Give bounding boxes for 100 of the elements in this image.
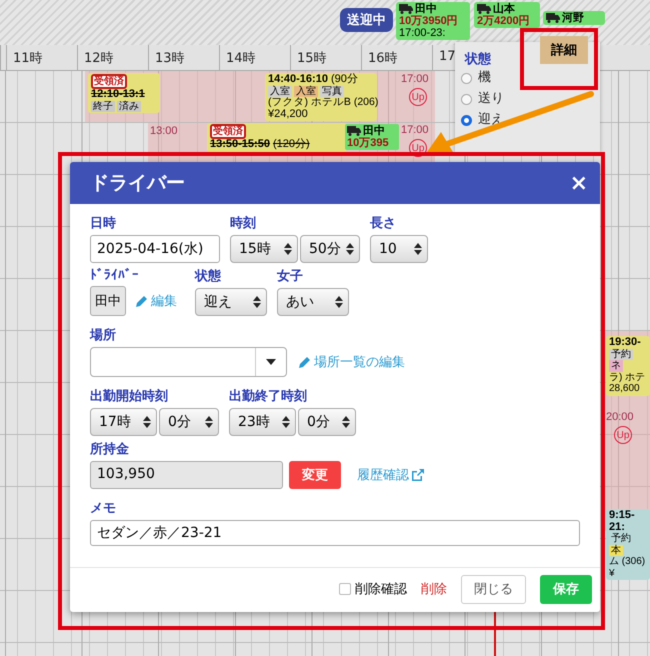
booking-time: 9:15-21: — [609, 509, 635, 532]
truck-icon — [399, 4, 413, 14]
detail-button[interactable]: 詳細 — [540, 36, 588, 64]
hour-label: 11時 — [6, 45, 77, 70]
hour-select[interactable]: 17時 — [90, 408, 157, 436]
updown-icon — [253, 296, 261, 308]
booking-duration: (90分 — [331, 73, 358, 85]
minute-select[interactable]: 0分 — [159, 408, 219, 436]
driver-card[interactable]: 河野 — [543, 11, 605, 25]
truck-icon — [546, 13, 560, 23]
updown-icon — [346, 243, 354, 255]
close-button[interactable]: 閉じる — [461, 574, 526, 604]
dialog-title: ドライバー — [90, 171, 185, 196]
driver-card[interactable]: 田中 10万3950円 17:00-23: — [396, 2, 470, 40]
hour-select[interactable]: 23時 — [229, 408, 296, 436]
status-badge: 送迎中 — [340, 8, 393, 32]
minute-select[interactable]: 50分 — [300, 235, 360, 263]
time-label: 17:00 — [401, 73, 429, 85]
hour-label: 13時 — [148, 45, 219, 70]
hour-label: 16時 — [361, 45, 432, 70]
booking-tag: 写真 — [320, 86, 344, 97]
hour-label: 12時 — [77, 45, 148, 70]
driver-name: 山本 — [493, 3, 515, 15]
driver-name-field: 田中 — [90, 286, 126, 316]
booking-time: 19:30- — [609, 336, 641, 348]
booking-card[interactable]: 19:30- 予約 ネ ラ) ホテ 28,600 — [606, 336, 650, 396]
received-badge: 受領済 — [91, 74, 127, 89]
updown-icon — [335, 296, 343, 308]
up-icon: Up — [614, 426, 632, 444]
field-label: 日時 — [90, 215, 117, 232]
booking-tag: 本 — [609, 544, 623, 556]
updown-icon — [205, 416, 213, 428]
driver-card[interactable]: 山本 2万4200円 — [474, 2, 540, 28]
field-label: 状態 — [195, 268, 222, 285]
booking-card[interactable]: 受領済 12:10-13:1 終子 済み — [88, 73, 160, 113]
up-icon: Up — [409, 139, 427, 157]
radio-button[interactable] — [461, 72, 472, 84]
booking-price: ¥24,200 — [268, 108, 309, 120]
field-label: ﾄﾞﾗｲﾊﾞｰ — [90, 268, 140, 283]
driver-amount: 10万395 — [347, 137, 390, 149]
up-icon: Up — [409, 88, 427, 106]
minute-select[interactable]: 0分 — [298, 408, 356, 436]
pencil-icon — [136, 295, 148, 307]
booking-tag: 済み — [117, 100, 141, 112]
caret-icon — [266, 359, 276, 365]
place-combobox[interactable] — [90, 347, 287, 377]
delete-button[interactable]: 削除 — [421, 580, 447, 598]
booking-duration: (120分) — [273, 138, 310, 150]
booking-time: 14:40-16:10 — [268, 73, 328, 85]
field-label: 所持金 — [90, 441, 130, 458]
booking-tag: ネ — [609, 360, 623, 372]
external-link-icon — [412, 469, 424, 481]
received-badge: 受領済 — [210, 124, 246, 139]
field-label: メモ — [90, 500, 117, 517]
pencil-icon — [299, 356, 311, 368]
booking-tag: 予約 — [609, 348, 633, 360]
status-select[interactable]: 迎え — [195, 288, 267, 316]
length-select[interactable]: 10 — [370, 235, 428, 263]
booking-tag: 終子 — [91, 100, 115, 112]
option-label: 機 — [478, 70, 491, 86]
truck-icon — [477, 4, 491, 14]
booking-card[interactable]: 9:15-21: 予約 本 ム (306) ¥ — [606, 509, 650, 580]
driver-amount: 10万3950円 — [399, 15, 459, 27]
field-label: 時刻 — [230, 214, 257, 232]
status-option[interactable]: 機 — [461, 70, 504, 86]
truck-icon — [347, 126, 361, 136]
booking-tag: 入室 — [268, 86, 292, 97]
close-button[interactable]: × — [570, 170, 588, 196]
delete-confirm-checkbox[interactable]: 削除確認 — [339, 580, 407, 598]
date-field[interactable]: 2025-04-16(水) — [90, 235, 220, 263]
cash-field[interactable]: 103,950 — [90, 461, 283, 489]
radio-button[interactable] — [461, 114, 472, 126]
booking-tag: 予約 — [609, 533, 633, 544]
radio-button[interactable] — [461, 94, 472, 104]
booking-time: 13:50-15:50 — [210, 138, 270, 150]
booking-text: ラ) ホテ — [609, 372, 646, 383]
driver-card[interactable]: 田中 10万395 — [345, 124, 399, 150]
booking-text: ム (306) ¥ — [609, 556, 646, 579]
updown-icon — [414, 243, 422, 255]
status-option[interactable]: 送り — [461, 91, 504, 107]
hour-label: 15時 — [290, 45, 361, 70]
booking-card[interactable]: 14:40-16:10 (90分 入室 入室 写真 (フクタ) ホテルB (206) ¥24,200 — [265, 73, 377, 121]
hour-select[interactable]: 15時 — [230, 235, 298, 263]
driver-time: 17:00-23: — [399, 27, 446, 39]
field-label: 長さ — [370, 215, 397, 232]
updown-icon — [284, 243, 292, 255]
booking-price: 28,600 — [609, 383, 641, 394]
driver-name: 田中 — [363, 125, 385, 137]
option-label: 送り — [478, 91, 504, 107]
updown-icon — [282, 416, 290, 428]
time-label: 20:00 — [606, 411, 634, 423]
menu-title: 状態 — [465, 50, 491, 68]
memo-field[interactable]: セダン／赤／23-21 — [90, 520, 580, 546]
booking-card[interactable]: 受領済 13:50-15:50 (120分) — [207, 123, 347, 152]
change-button[interactable]: 変更 — [289, 461, 341, 489]
time-label: 13:00 — [150, 125, 178, 137]
field-label: 女子 — [277, 268, 304, 285]
time-label: 17:00 — [401, 124, 429, 136]
booking-tag: 入室 — [294, 86, 318, 97]
girl-select[interactable]: あい — [277, 288, 349, 316]
